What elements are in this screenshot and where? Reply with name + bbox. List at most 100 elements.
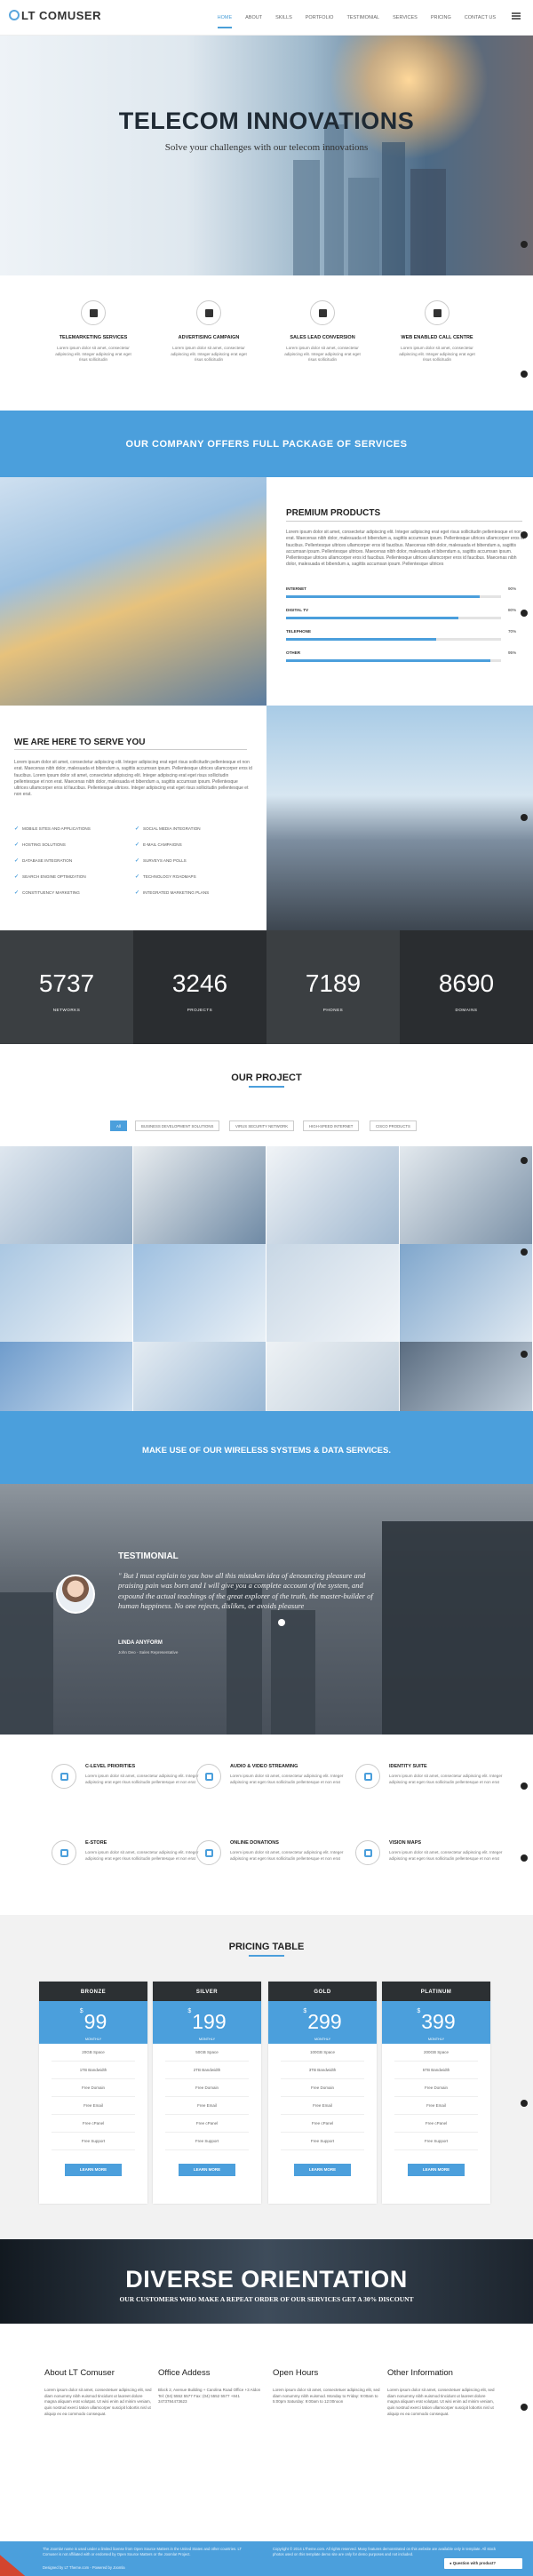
project-tile[interactable]: [400, 1146, 532, 1244]
bg-building: [382, 1521, 533, 1735]
learn-more-button[interactable]: LEARN MORE: [294, 2164, 351, 2176]
service-text: Lorem ipsum dolor sit amet, consectetur …: [230, 1850, 344, 1861]
service-title: VISION MAPS: [389, 1840, 422, 1846]
filter-cisco[interactable]: CISCO PRODUCTS: [370, 1121, 417, 1131]
plan-feature: Free cPanel: [394, 2115, 478, 2133]
plan-feature: Free Domain: [394, 2079, 478, 2097]
nav-dot[interactable]: [521, 531, 528, 538]
nav-dot[interactable]: [521, 1157, 528, 1164]
map-icon: [355, 1840, 380, 1865]
main-nav: HOME ABOUT SKILLS PORTFOLIO TESTIMONIAL …: [217, 15, 496, 28]
checklist-item: ✓ SURVEYS AND POLLS: [135, 857, 187, 865]
footer-copyright: Copyright © 2014 LTheme.com. All rights …: [273, 2547, 497, 2557]
learn-more-button[interactable]: LEARN MORE: [65, 2164, 122, 2176]
project-tile[interactable]: [133, 1244, 266, 1342]
checklist-item: ✓ E-MAIL CAMPAIGNS: [135, 841, 182, 849]
plan-feature: Free Support: [281, 2133, 364, 2150]
filter-all[interactable]: All: [110, 1121, 127, 1131]
feature-item: WEB ENABLED CALL CENTRE Lorem ipsum dolo…: [384, 300, 490, 363]
stat-label: PHONES: [322, 1007, 344, 1012]
logo[interactable]: LT COMUSER: [9, 8, 101, 25]
bg-building: [0, 1592, 53, 1735]
project-tile[interactable]: [400, 1244, 532, 1342]
plan-feature: Free Domain: [165, 2079, 249, 2097]
service-text: Lorem ipsum dolor sit amet, consectetur …: [85, 1850, 199, 1861]
plan-price: $99 MONTHLY: [39, 2001, 147, 2044]
plan-feature: Free Support: [165, 2133, 249, 2150]
project-tile[interactable]: [266, 1146, 399, 1244]
nav-dot[interactable]: [521, 241, 528, 248]
plan-feature: Free Support: [52, 2133, 135, 2150]
feature-text: Lorem ipsum dolor sit amet, consectetur …: [171, 345, 247, 363]
nav-dot[interactable]: [521, 1248, 528, 1256]
service-text: Lorem ipsum dolor sit amet, consectetur …: [230, 1774, 344, 1784]
nav-skills[interactable]: SKILLS: [275, 15, 292, 28]
bar-value-telephone: 70%: [508, 629, 517, 634]
check-icon: ✓: [14, 890, 20, 896]
bitcoin-icon: [196, 300, 221, 325]
diverse-subtitle: OUR CUSTOMERS WHO MAKE A REPEAT ORDER OF…: [119, 2295, 414, 2303]
project-tile[interactable]: [0, 1146, 132, 1244]
plan-feature: 1TB Bandwidth: [52, 2062, 135, 2079]
bar-value-digital-tv: 80%: [508, 608, 517, 612]
plan-feature: Free cPanel: [165, 2115, 249, 2133]
check-icon: ✓: [135, 874, 140, 880]
checklist-label: DATABASE INTEGRATION: [22, 858, 73, 863]
check-icon: ✓: [14, 842, 20, 848]
plan-feature: Free Domain: [281, 2079, 364, 2097]
service-title: C-LEVEL PRIORITIES: [85, 1764, 136, 1769]
project-title: OUR PROJECT: [231, 1073, 302, 1083]
menu-icon[interactable]: [512, 12, 521, 20]
filter-internet[interactable]: HIGH-SPEED INTERNET: [303, 1121, 360, 1131]
nav-portfolio[interactable]: PORTFOLIO: [306, 15, 334, 28]
project-tile[interactable]: [0, 1244, 132, 1342]
stat-networks: 5737 NETWORKS: [0, 930, 133, 1044]
hero-title: TELECOM INNOVATIONS: [118, 108, 415, 134]
nav-dot[interactable]: [521, 1782, 528, 1790]
currency: $: [79, 2008, 84, 2014]
title-underline: [249, 1955, 284, 1957]
checklist-item: ✓ SEARCH ENGINE OPTIMIZATION: [14, 873, 86, 881]
service-title: E-STORE: [85, 1840, 107, 1846]
learn-more-button[interactable]: LEARN MORE: [408, 2164, 465, 2176]
currency: $: [187, 2008, 192, 2014]
service-title: IDENTITY SUITE: [389, 1764, 427, 1769]
price-amount: 199: [192, 2010, 227, 2033]
nav-contact[interactable]: CONTACT US: [465, 15, 496, 28]
filter-business[interactable]: BUSINESS DEVELOPMENT SOLUTIONS: [135, 1121, 220, 1131]
footer-credit[interactable]: Designed by LT Theme.com - Powered by Jo…: [43, 2565, 256, 2571]
progress-telephone: [286, 638, 437, 641]
store-icon: [52, 1840, 76, 1865]
feature-title: ADVERTISING CAMPAIGN: [178, 335, 240, 340]
project-tile[interactable]: [133, 1146, 266, 1244]
footer-other: Other Information Lorem ipsum dolor sit a…: [387, 2367, 496, 2418]
nav-dot[interactable]: [521, 371, 528, 378]
nav-services[interactable]: SERVICES: [393, 15, 418, 28]
nav-about[interactable]: ABOUT: [245, 15, 262, 28]
stat-number: 8690: [438, 969, 495, 997]
avatar: [56, 1575, 95, 1614]
carousel-dot[interactable]: [278, 1619, 285, 1626]
nav-dot[interactable]: [521, 2404, 528, 2411]
nav-home[interactable]: HOME: [217, 15, 233, 28]
nav-dot[interactable]: [521, 1854, 528, 1862]
nav-dot[interactable]: [521, 610, 528, 617]
highway-image: [266, 706, 533, 930]
nav-dot[interactable]: [521, 2100, 528, 2107]
footer-heading: About LT Comuser: [44, 2368, 115, 2378]
title-underline: [286, 521, 522, 522]
id-icon: [355, 1764, 380, 1789]
filter-virus-security[interactable]: VIRUS SECURITY NETWORK: [229, 1121, 295, 1131]
check-icon: ✓: [14, 874, 20, 880]
nav-pricing[interactable]: PRICING: [431, 15, 451, 28]
hero-building: [348, 178, 379, 275]
progress-digital-tv: [286, 617, 458, 619]
nav-dot[interactable]: [521, 1351, 528, 1358]
learn-more-button[interactable]: LEARN MORE: [179, 2164, 235, 2176]
nav-testimonial[interactable]: TESTIMONIAL: [346, 15, 379, 28]
chat-button[interactable]: ● Question with product?: [444, 2558, 522, 2569]
project-tile[interactable]: [266, 1244, 399, 1342]
price-period: MONTHLY: [314, 2038, 331, 2042]
progress-track: [286, 638, 501, 641]
nav-dot[interactable]: [521, 814, 528, 821]
